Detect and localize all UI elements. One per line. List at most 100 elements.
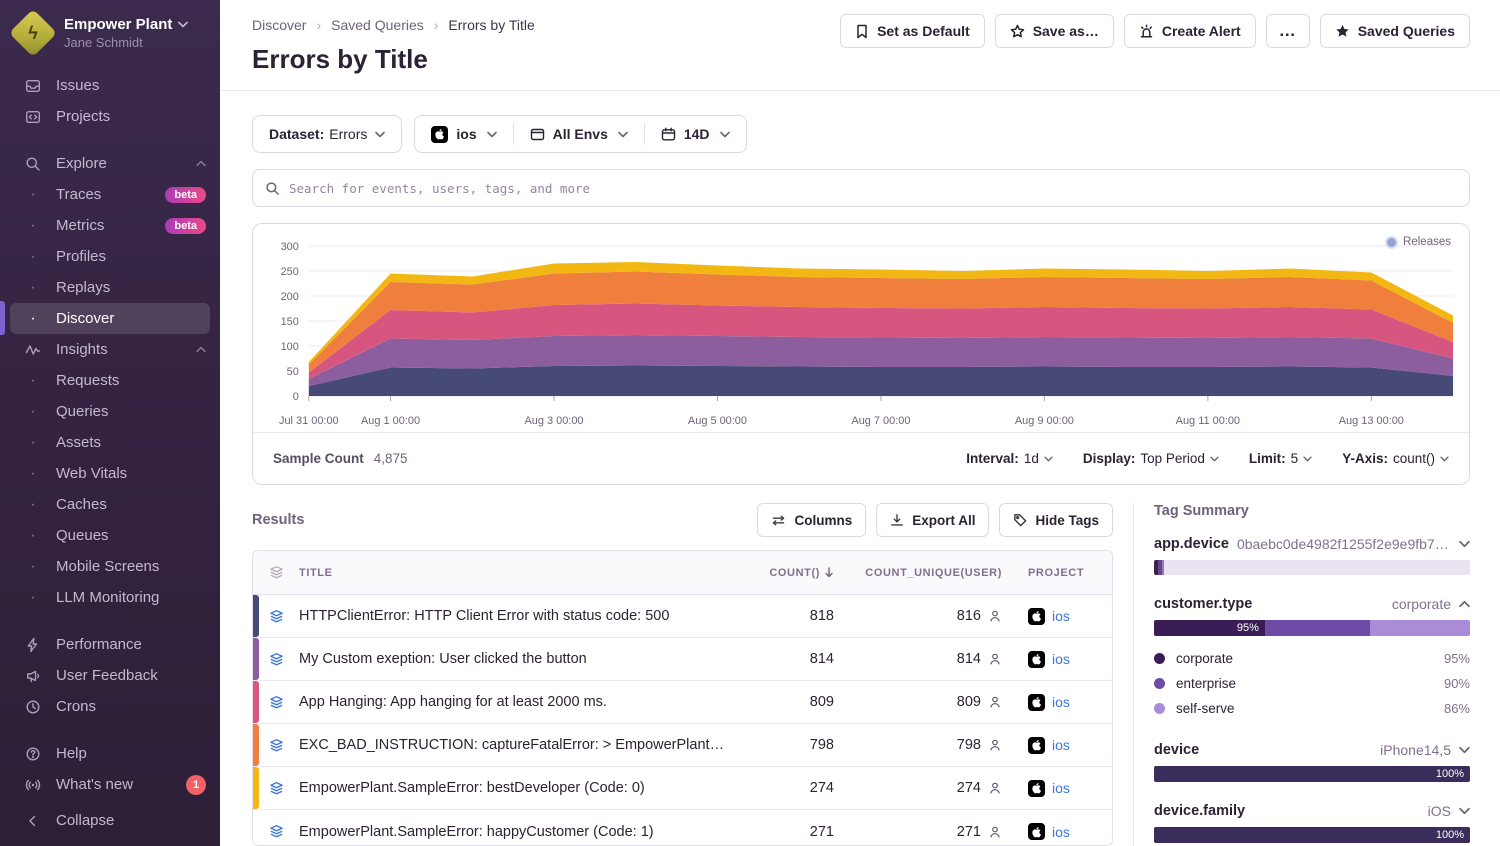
display-selector[interactable]: Display:Top Period [1083, 451, 1219, 466]
bookmark-icon [855, 24, 869, 39]
project-link[interactable]: ios [1052, 694, 1070, 710]
columns-button[interactable]: Columns [757, 503, 866, 537]
breadcrumb-discover[interactable]: Discover [252, 17, 306, 33]
search-input[interactable] [289, 181, 1457, 196]
tag-value-row[interactable]: enterprise 90% [1154, 671, 1470, 696]
project-link[interactable]: ios [1052, 651, 1070, 667]
org-switcher[interactable]: ϟ Empower Plant Jane Schmidt [0, 0, 220, 62]
date-range-filter[interactable]: 14D [645, 116, 746, 152]
results-section: Results Columns Export All [252, 503, 1133, 846]
user-icon [988, 825, 1002, 839]
sidebar-section-explore[interactable]: Explore [0, 148, 220, 179]
sidebar-item-issues[interactable]: Issues [0, 70, 220, 101]
chevron-up-icon[interactable] [1459, 600, 1470, 608]
sidebar-item-profiles[interactable]: ·Profiles [0, 241, 220, 272]
chart-legend[interactable]: Releases [1387, 236, 1451, 248]
error-title-link[interactable]: EmpowerPlant.SampleError: happyCustomer … [299, 824, 742, 840]
sample-count: Sample Count 4,875 [273, 451, 408, 466]
layers-icon [253, 652, 299, 667]
sidebar-item-traces[interactable]: ·Tracesbeta [0, 179, 220, 210]
table-row: App Hanging: App hanging for at least 20… [253, 681, 1112, 724]
svg-text:250: 250 [281, 266, 299, 278]
filter-bar: Dataset: Errors ios All Envs [252, 115, 1470, 153]
error-title-link[interactable]: EmpowerPlant.SampleError: bestDeveloper … [299, 780, 742, 796]
tag-distribution-bar[interactable]: 100% [1154, 827, 1470, 843]
sidebar-item-queues[interactable]: ·Queues [0, 520, 220, 551]
sidebar-item-web-vitals[interactable]: ·Web Vitals [0, 458, 220, 489]
unique-count-value: 809 [957, 694, 981, 710]
chevron-down-icon [1303, 456, 1312, 462]
layers-icon [253, 824, 299, 839]
sidebar-item-llm-monitoring[interactable]: ·LLM Monitoring [0, 582, 220, 613]
chevron-down-icon[interactable] [1459, 746, 1470, 754]
project-link[interactable]: ios [1052, 780, 1070, 796]
breadcrumb-saved-queries[interactable]: Saved Queries [331, 17, 424, 33]
sidebar-item-performance[interactable]: Performance [0, 629, 220, 660]
tag-icon [1013, 513, 1027, 527]
tag-distribution-bar[interactable]: 100% [1154, 766, 1470, 782]
dataset-selector[interactable]: Dataset: Errors [252, 115, 402, 153]
sidebar-item-help[interactable]: Help [0, 738, 220, 769]
hide-tags-button[interactable]: Hide Tags [999, 503, 1113, 537]
error-title-link[interactable]: HTTPClientError: HTTP Client Error with … [299, 608, 742, 624]
chevron-down-icon[interactable] [1459, 807, 1470, 815]
save-as-button[interactable]: Save as… [995, 14, 1114, 48]
pulse-icon [24, 342, 42, 358]
tag-value-row[interactable]: corporate 95% [1154, 646, 1470, 671]
count-value: 818 [742, 608, 834, 624]
column-count[interactable]: COUNT() [742, 567, 834, 579]
error-title-link[interactable]: My Custom exeption: User clicked the but… [299, 651, 742, 667]
apple-icon [431, 126, 448, 143]
column-project: PROJECT [1002, 567, 1112, 579]
sidebar-item-caches[interactable]: ·Caches [0, 489, 220, 520]
sidebar-item-projects[interactable]: Projects [0, 101, 220, 132]
sidebar-item-user-feedback[interactable]: User Feedback [0, 660, 220, 691]
apple-icon [1028, 608, 1045, 625]
table-row: EXC_BAD_INSTRUCTION: captureFatalError: … [253, 724, 1112, 767]
set-as-default-button[interactable]: Set as Default [840, 14, 985, 48]
sidebar-item-replays[interactable]: ·Replays [0, 272, 220, 303]
limit-selector[interactable]: Limit:5 [1249, 451, 1312, 466]
tag-section-customer-type: customer.type corporate 95% [1154, 596, 1470, 721]
yaxis-selector[interactable]: Y-Axis:count() [1342, 451, 1449, 466]
results-table: TITLE COUNT() COUNT_UNIQUE(USER) PROJECT… [252, 550, 1113, 846]
chevron-down-icon[interactable] [1459, 540, 1470, 548]
series-color-strip [253, 681, 259, 723]
sidebar-item-whats-new[interactable]: What's new 1 [0, 769, 220, 800]
window-icon [530, 127, 545, 142]
interval-selector[interactable]: Interval:1d [966, 451, 1053, 466]
export-all-button[interactable]: Export All [876, 503, 989, 537]
table-row: EmpowerPlant.SampleError: bestDeveloper … [253, 767, 1112, 810]
tag-distribution-bar[interactable] [1154, 560, 1470, 575]
column-count-unique[interactable]: COUNT_UNIQUE(USER) [834, 567, 1002, 579]
project-link[interactable]: ios [1052, 824, 1070, 840]
error-title-link[interactable]: EXC_BAD_INSTRUCTION: captureFatalError: … [299, 737, 742, 753]
sidebar-section-insights[interactable]: Insights [0, 334, 220, 365]
sidebar-item-metrics[interactable]: ·Metricsbeta [0, 210, 220, 241]
more-options-button[interactable]: … [1266, 14, 1310, 48]
column-title: TITLE [299, 567, 742, 579]
sidebar-item-requests[interactable]: ·Requests [0, 365, 220, 396]
sidebar-item-discover[interactable]: ·Discover [0, 303, 220, 334]
create-alert-button[interactable]: Create Alert [1124, 14, 1256, 48]
sidebar-item-mobile-screens[interactable]: ·Mobile Screens [0, 551, 220, 582]
page-filter-group: ios All Envs 14D [414, 115, 746, 153]
sidebar-item-crons[interactable]: Crons [0, 691, 220, 722]
unique-count-value: 271 [957, 824, 981, 840]
project-filter[interactable]: ios [415, 116, 512, 152]
saved-queries-button[interactable]: Saved Queries [1320, 14, 1470, 48]
search-bar [252, 169, 1470, 207]
tag-distribution-bar[interactable]: 95% [1154, 620, 1470, 636]
environment-filter[interactable]: All Envs [514, 116, 644, 152]
error-title-link[interactable]: App Hanging: App hanging for at least 20… [299, 694, 742, 710]
user-icon [988, 738, 1002, 752]
sidebar-item-assets[interactable]: ·Assets [0, 427, 220, 458]
project-link[interactable]: ios [1052, 608, 1070, 624]
help-icon [24, 746, 42, 762]
chevron-up-icon [196, 160, 206, 167]
results-heading: Results [252, 512, 304, 528]
project-link[interactable]: ios [1052, 737, 1070, 753]
sidebar-collapse-button[interactable]: Collapse [0, 805, 220, 836]
sidebar-item-queries[interactable]: ·Queries [0, 396, 220, 427]
tag-value-row[interactable]: self-serve 86% [1154, 696, 1470, 721]
